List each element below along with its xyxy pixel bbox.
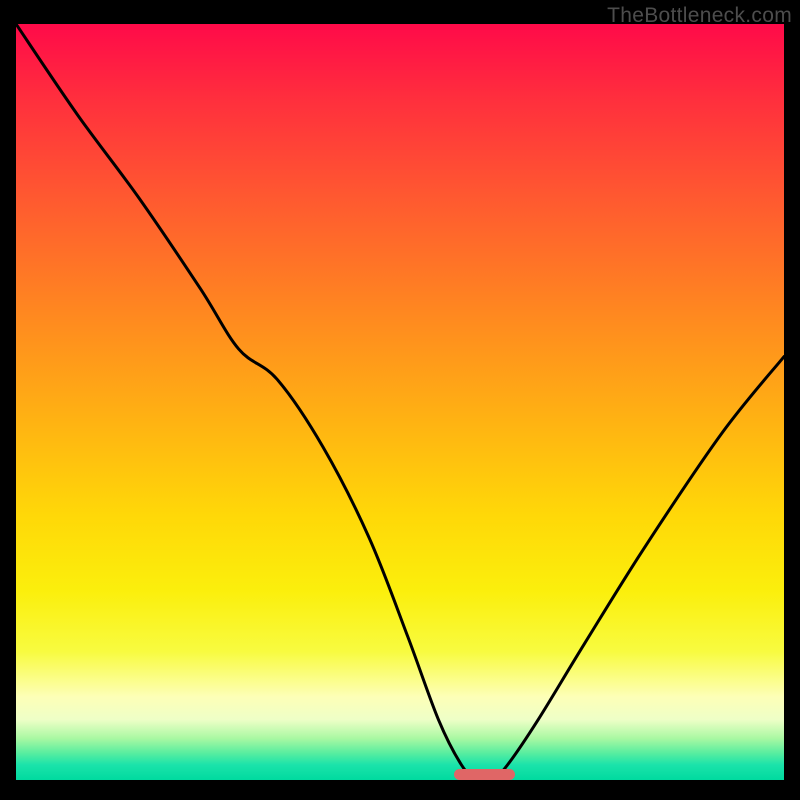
watermark-text: TheBottleneck.com — [607, 4, 792, 28]
bottleneck-curve — [16, 24, 784, 780]
optimal-range-marker — [454, 769, 515, 780]
chart-frame: TheBottleneck.com — [0, 0, 800, 800]
plot-area — [16, 24, 784, 780]
